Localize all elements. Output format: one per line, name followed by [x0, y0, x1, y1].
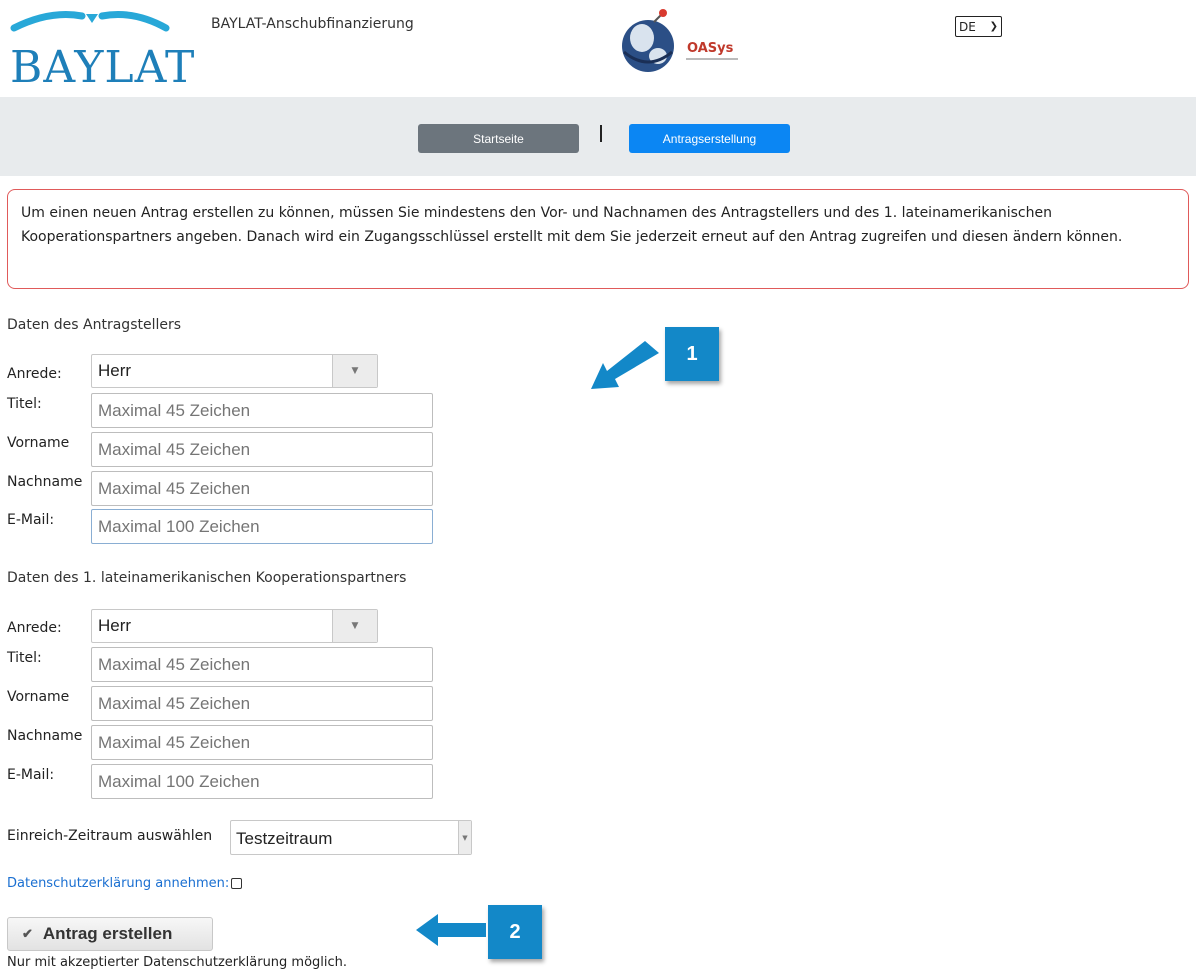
privacy-checkbox[interactable]: [231, 878, 243, 889]
create-application-label: Antrag erstellen: [42, 924, 173, 943]
nav-home-button[interactable]: Startseite: [418, 124, 579, 153]
partner-salutation-value: Herr: [98, 616, 132, 635]
nav-bar: Startseite Antragserstellung: [0, 97, 1196, 176]
app-title: BAYLAT-Anschubfinanzierung: [211, 16, 414, 32]
annotation-callout-1: 1: [665, 327, 719, 381]
applicant-salutation-label: Anrede:: [7, 366, 62, 382]
baylat-logo[interactable]: BAYLAT: [8, 8, 194, 93]
applicant-salutation-value: Herr: [98, 361, 132, 380]
dropdown-arrow-icon[interactable]: ▼: [332, 610, 377, 642]
partner-lastname-label: Nachname: [7, 728, 83, 744]
partner-email-label: E-Mail:: [7, 767, 55, 783]
applicant-title-label: Titel:: [7, 396, 42, 412]
partner-title-input[interactable]: [91, 647, 433, 682]
applicant-firstname-label: Vorname: [7, 435, 70, 451]
period-label: Einreich-Zeitraum auswählen: [7, 828, 213, 844]
partner-salutation-label: Anrede:: [7, 620, 62, 636]
applicant-title-input[interactable]: [91, 393, 433, 428]
nav-separator: [600, 125, 602, 142]
dropdown-arrow-icon[interactable]: ▼: [458, 821, 471, 854]
partner-firstname-label: Vorname: [7, 689, 70, 705]
partner-lastname-input[interactable]: [91, 725, 433, 760]
period-value: Testzeitraum: [236, 829, 333, 848]
partner-title-label: Titel:: [7, 650, 42, 666]
partner-email-input[interactable]: [91, 764, 433, 799]
applicant-email-label: E-Mail:: [7, 512, 55, 528]
check-icon: ✔: [22, 926, 33, 941]
partner-salutation-select[interactable]: Herr ▼: [91, 609, 378, 643]
dropdown-arrow-icon[interactable]: ▼: [332, 355, 377, 387]
annotation-arrow-2-icon: [416, 914, 486, 946]
applicant-lastname-label: Nachname: [7, 474, 83, 490]
applicant-email-input[interactable]: [91, 509, 433, 544]
language-value: DE: [959, 19, 976, 34]
applicant-heading: Daten des Antragstellers: [7, 317, 182, 333]
applicant-firstname-input[interactable]: [91, 432, 433, 467]
logo-text: BAYLAT: [10, 42, 196, 93]
annotation-callout-2: 2: [488, 905, 542, 959]
oasys-text: OASys: [687, 41, 734, 56]
privacy-row: Datenschutzerklärung annehmen:: [7, 876, 243, 891]
privacy-note: Nur mit akzeptierter Datenschutzerklärun…: [7, 955, 348, 970]
partner-heading: Daten des 1. lateinamerikanischen Kooper…: [7, 570, 407, 586]
privacy-link[interactable]: Datenschutzerklärung annehmen:: [7, 876, 229, 891]
oasys-underline: [686, 58, 738, 60]
oasys-logo: OASys: [618, 8, 763, 76]
chevron-down-icon: ❯: [989, 21, 998, 32]
applicant-lastname-input[interactable]: [91, 471, 433, 506]
language-select[interactable]: DE ❯: [955, 16, 1002, 37]
globe-icon: [622, 9, 674, 72]
info-alert: Um einen neuen Antrag erstellen zu könne…: [7, 189, 1189, 289]
create-application-button[interactable]: ✔ Antrag erstellen: [7, 917, 213, 951]
logo-arc-icon: [10, 11, 170, 32]
partner-firstname-input[interactable]: [91, 686, 433, 721]
annotation-arrow-1-icon: [591, 341, 659, 389]
period-select[interactable]: Testzeitraum ▼: [230, 820, 472, 855]
applicant-salutation-select[interactable]: Herr ▼: [91, 354, 378, 388]
nav-create-button[interactable]: Antragserstellung: [629, 124, 790, 153]
